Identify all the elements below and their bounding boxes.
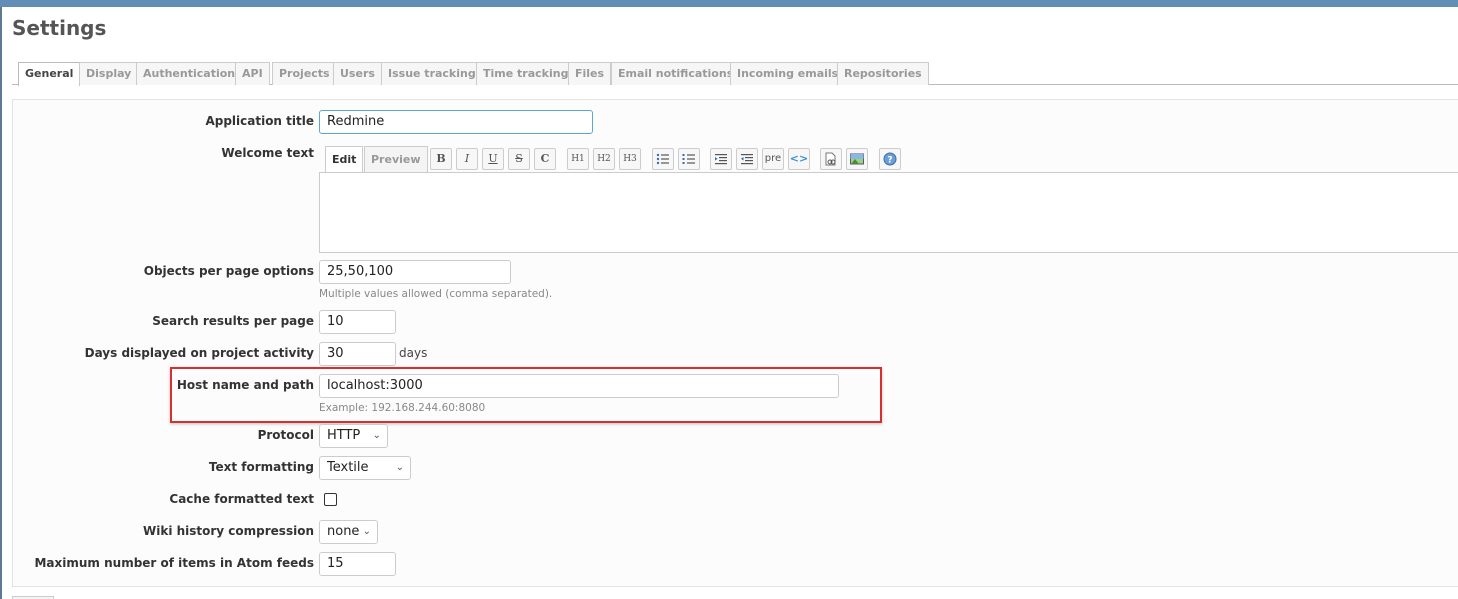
tab-repositories[interactable]: Repositories	[837, 62, 929, 85]
tab-general[interactable]: General	[18, 62, 81, 86]
image-button[interactable]	[846, 148, 868, 170]
host-name-hint: Example: 192.168.244.60:8080	[319, 402, 486, 414]
text-formatting-value: Textile	[327, 460, 369, 475]
cache-formatted-label: Cache formatted text	[169, 492, 314, 506]
editor-tab-edit[interactable]: Edit	[325, 146, 364, 173]
atom-items-input[interactable]: 15	[319, 552, 396, 576]
tab-issue-tracking[interactable]: Issue tracking	[381, 62, 483, 85]
help-button[interactable]: ?	[879, 148, 901, 170]
objects-per-page-label: Objects per page options	[143, 264, 314, 278]
protocol-select[interactable]: HTTP ⌄	[319, 424, 388, 448]
wiki-compression-value: none	[327, 524, 360, 539]
bullet-list-icon	[656, 153, 669, 165]
host-name-label: Host name and path	[176, 378, 314, 392]
atom-items-label: Maximum number of items in Atom feeds	[34, 556, 314, 570]
welcome-text-label: Welcome text	[221, 146, 314, 160]
heading3-button[interactable]: H3	[619, 148, 641, 170]
indent-button[interactable]	[710, 148, 732, 170]
link-page-icon	[825, 152, 836, 166]
tab-projects[interactable]: Projects	[272, 62, 337, 85]
search-results-label: Search results per page	[152, 314, 314, 328]
numbered-list-button[interactable]	[678, 148, 700, 170]
text-formatting-label: Text formatting	[208, 460, 314, 474]
protocol-value: HTTP	[327, 428, 361, 443]
search-results-input[interactable]: 10	[319, 310, 396, 334]
days-displayed-input[interactable]: 30	[319, 342, 396, 366]
tab-incoming-emails[interactable]: Incoming emails	[730, 62, 846, 85]
tab-api[interactable]: API	[235, 62, 270, 85]
wiki-compression-label: Wiki history compression	[142, 524, 314, 538]
cache-formatted-checkbox[interactable]	[324, 493, 337, 506]
protocol-label: Protocol	[257, 428, 314, 442]
days-displayed-label: Days displayed on project activity	[84, 346, 314, 360]
tab-time-tracking[interactable]: Time tracking	[476, 62, 576, 85]
bold-button[interactable]: B	[430, 148, 452, 170]
tab-authentication[interactable]: Authentication	[136, 62, 243, 85]
tab-users[interactable]: Users	[333, 62, 382, 85]
code-brackets-icon: <>	[789, 152, 809, 165]
numbered-list-icon	[682, 154, 695, 164]
tab-display[interactable]: Display	[79, 62, 139, 85]
strikethrough-button[interactable]: S	[508, 148, 530, 170]
objects-per-page-hint: Multiple values allowed (comma separated…	[319, 288, 553, 300]
italic-button[interactable]: I	[456, 148, 478, 170]
settings-tabs: General Display Authentication API Proje…	[12, 62, 1458, 86]
indent-icon	[715, 154, 727, 165]
heading2-button[interactable]: H2	[593, 148, 615, 170]
chevron-down-icon: ⌄	[362, 526, 371, 537]
welcome-text-area[interactable]	[319, 172, 1458, 253]
outdent-button[interactable]	[736, 148, 758, 170]
editor-tab-preview[interactable]: Preview	[364, 146, 428, 173]
svg-text:?: ?	[887, 156, 892, 166]
link-button[interactable]	[820, 148, 842, 170]
preformatted-button[interactable]: pre	[762, 148, 784, 170]
underline-button[interactable]: U	[482, 148, 504, 170]
heading1-button[interactable]: H1	[567, 148, 589, 170]
code-block-button[interactable]: <>	[788, 148, 810, 170]
app-title-input[interactable]: Redmine	[319, 110, 593, 134]
days-unit: days	[399, 346, 428, 360]
objects-per-page-input[interactable]: 25,50,100	[319, 260, 511, 284]
top-header-bar	[0, 0, 1458, 7]
chevron-down-icon: ⌄	[395, 462, 404, 473]
inline-code-button[interactable]: C	[534, 148, 556, 170]
tab-files[interactable]: Files	[568, 62, 612, 85]
host-name-input[interactable]: localhost:3000	[319, 374, 839, 398]
chevron-down-icon: ⌄	[372, 430, 381, 441]
outdent-icon	[741, 154, 753, 165]
wiki-compression-select[interactable]: none ⌄	[319, 520, 378, 544]
bullet-list-button[interactable]	[652, 148, 674, 170]
text-formatting-select[interactable]: Textile ⌄	[319, 456, 411, 480]
app-title-label: Application title	[205, 114, 314, 128]
image-icon	[850, 153, 864, 165]
page-title: Settings	[12, 16, 107, 40]
tab-email-notifications[interactable]: Email notifications	[611, 62, 741, 85]
help-icon: ?	[883, 152, 897, 166]
left-border	[0, 7, 2, 599]
